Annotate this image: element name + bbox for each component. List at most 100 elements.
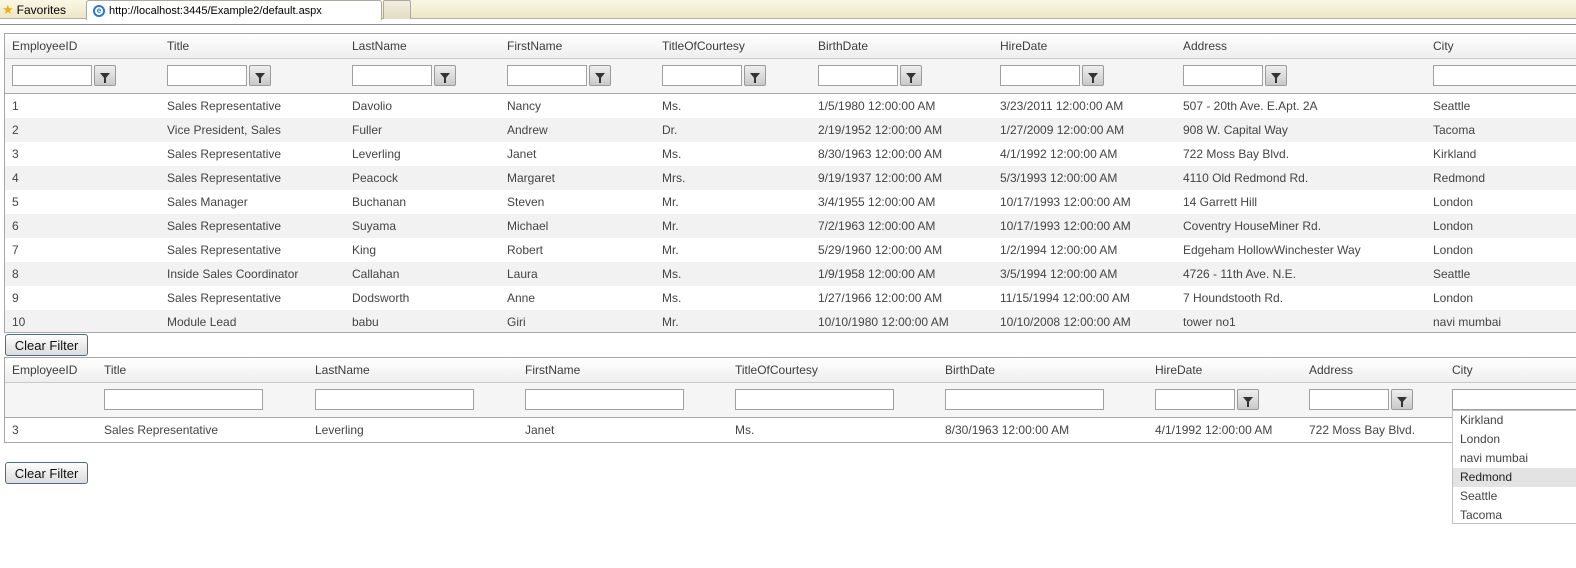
cell-birthdate: 2/19/1952 12:00:00 AM xyxy=(818,123,943,137)
column-header-firstname[interactable]: FirstName xyxy=(525,358,580,382)
cell-address: 722 Moss Bay Blvd. xyxy=(1309,423,1416,437)
filter-input-birthdate[interactable] xyxy=(818,65,898,86)
cell-employeeid: 3 xyxy=(12,423,19,437)
header-row: EmployeeID Title LastName FirstName TitleOfC… xyxy=(5,358,1576,383)
filter-row xyxy=(5,383,1576,418)
filter-button-lastname[interactable] xyxy=(434,65,456,86)
column-header-hiredate[interactable]: HireDate xyxy=(1000,34,1047,58)
filter-input-firstname[interactable] xyxy=(525,389,684,410)
filter-input-title[interactable] xyxy=(167,65,247,86)
filter-input-firstname[interactable] xyxy=(507,65,587,86)
cell-city: Tacoma xyxy=(1433,123,1476,137)
column-header-title[interactable]: Title xyxy=(167,34,189,58)
cell-firstname: Janet xyxy=(525,423,555,437)
column-header-address[interactable]: Address xyxy=(1309,358,1353,382)
favorites-label: Favorites xyxy=(16,2,67,17)
filter-input-hiredate[interactable] xyxy=(1155,389,1235,410)
dropdown-option-tacoma[interactable]: Tacoma xyxy=(1453,506,1576,525)
cell-firstname: Laura xyxy=(507,267,538,281)
filter-button-title[interactable] xyxy=(249,65,271,86)
table-row: 8 Inside Sales Coordinator Callahan Laura Ms… xyxy=(5,262,1576,286)
column-header-city[interactable]: City xyxy=(1433,34,1454,58)
cell-title: Sales Manager xyxy=(167,195,248,209)
cell-title: Inside Sales Coordinator xyxy=(167,267,299,281)
favorites-button[interactable]: ★ Favorites xyxy=(0,0,66,19)
filter-input-title[interactable] xyxy=(104,389,263,410)
cell-title: Sales Representative xyxy=(167,291,282,305)
column-header-titleofcourtesy[interactable]: TitleOfCourtesy xyxy=(735,358,818,382)
column-header-titleofcourtesy[interactable]: TitleOfCourtesy xyxy=(662,34,745,58)
filter-button-employeeid[interactable] xyxy=(94,65,116,86)
dropdown-option-navi-mumbai[interactable]: navi mumbai xyxy=(1453,449,1576,468)
table-row: 10 Module Lead babu Giri Mr. 10/10/1980 12:00… xyxy=(5,310,1576,332)
filter-input-address[interactable] xyxy=(1309,389,1389,410)
column-header-lastname[interactable]: LastName xyxy=(315,358,370,382)
filter-input-employeeid[interactable] xyxy=(12,65,92,86)
header-row: EmployeeID Title LastName FirstName TitleOfC… xyxy=(5,34,1576,59)
filter-input-titleofcourtesy[interactable] xyxy=(735,389,894,410)
filter-icon xyxy=(1271,72,1281,83)
filter-input-titleofcourtesy[interactable] xyxy=(662,65,742,86)
cell-birthdate: 10/10/1980 12:00:00 AM xyxy=(818,315,949,329)
filter-input-city[interactable] xyxy=(1433,65,1576,86)
dropdown-option-kirkland[interactable]: Kirkland xyxy=(1453,411,1576,430)
clear-filter-button-2[interactable]: Clear Filter xyxy=(5,462,88,484)
cell-birthdate: 3/4/1955 12:00:00 AM xyxy=(818,195,936,209)
table-row: 1 Sales Representative Davolio Nancy Ms. 1/5/… xyxy=(5,94,1576,118)
column-header-employeeid[interactable]: EmployeeID xyxy=(12,34,77,58)
cell-titleofcourtesy: Mrs. xyxy=(662,171,686,185)
column-header-employeeid[interactable]: EmployeeID xyxy=(12,358,77,382)
filter-button-birthdate[interactable] xyxy=(900,65,922,86)
filter-icon xyxy=(100,72,110,83)
filter-input-lastname[interactable] xyxy=(352,65,432,86)
column-header-city[interactable]: City xyxy=(1452,358,1473,382)
browser-tab[interactable]: e http://localhost:3445/Example2/default… xyxy=(86,0,382,20)
cell-lastname: Peacock xyxy=(352,171,399,185)
cell-employeeid: 7 xyxy=(12,243,19,257)
cell-employeeid: 4 xyxy=(12,171,19,185)
table-row: 9 Sales Representative Dodsworth Anne Ms. 1/2… xyxy=(5,286,1576,310)
cell-lastname: babu xyxy=(352,315,379,329)
new-tab-button[interactable] xyxy=(383,0,411,19)
cell-employeeid: 8 xyxy=(12,267,19,281)
filter-button-address[interactable] xyxy=(1265,65,1287,86)
filter-button-hiredate[interactable] xyxy=(1237,389,1259,410)
filter-button-titleofcourtesy[interactable] xyxy=(744,65,766,86)
filter-input-lastname[interactable] xyxy=(315,389,474,410)
column-header-lastname[interactable]: LastName xyxy=(352,34,407,58)
column-header-title[interactable]: Title xyxy=(104,358,126,382)
filter-input-hiredate[interactable] xyxy=(1000,65,1080,86)
cell-hiredate: 4/1/1992 12:00:00 AM xyxy=(1155,423,1273,437)
clear-filter-button-1[interactable]: Clear Filter xyxy=(5,334,88,356)
cell-firstname: Margaret xyxy=(507,171,556,185)
column-header-birthdate[interactable]: BirthDate xyxy=(818,34,868,58)
column-header-hiredate[interactable]: HireDate xyxy=(1155,358,1202,382)
cell-lastname: Davolio xyxy=(352,99,393,113)
cell-address: 14 Garrett Hill xyxy=(1183,195,1258,209)
cell-birthdate: 5/29/1960 12:00:00 AM xyxy=(818,243,943,257)
column-header-firstname[interactable]: FirstName xyxy=(507,34,562,58)
filter-button-hiredate[interactable] xyxy=(1082,65,1104,86)
star-icon: ★ xyxy=(2,2,14,17)
cell-address: 7 Houndstooth Rd. xyxy=(1183,291,1284,305)
column-header-address[interactable]: Address xyxy=(1183,34,1227,58)
cell-lastname: Dodsworth xyxy=(352,291,410,305)
column-header-birthdate[interactable]: BirthDate xyxy=(945,358,995,382)
city-filter-dropdown: Kirkland London navi mumbai Redmond Seattle T… xyxy=(1452,410,1576,524)
filter-icon xyxy=(750,72,760,83)
dropdown-option-seattle[interactable]: Seattle xyxy=(1453,487,1576,506)
filter-input-address[interactable] xyxy=(1183,65,1263,86)
cell-title: Sales Representative xyxy=(167,243,282,257)
cell-employeeid: 5 xyxy=(12,195,19,209)
cell-address: tower no1 xyxy=(1183,315,1236,329)
dropdown-option-london[interactable]: London xyxy=(1453,430,1576,449)
cell-title: Vice President, Sales xyxy=(167,123,281,137)
filter-input-city[interactable] xyxy=(1452,389,1576,410)
filter-input-birthdate[interactable] xyxy=(945,389,1104,410)
dropdown-option-redmond[interactable]: Redmond xyxy=(1453,468,1576,487)
filter-button-firstname[interactable] xyxy=(589,65,611,86)
filter-button-address[interactable] xyxy=(1391,389,1413,410)
cell-address: 4110 Old Redmond Rd. xyxy=(1183,171,1309,185)
cell-firstname: Giri xyxy=(507,315,526,329)
cell-title: Sales Representative xyxy=(104,423,219,437)
